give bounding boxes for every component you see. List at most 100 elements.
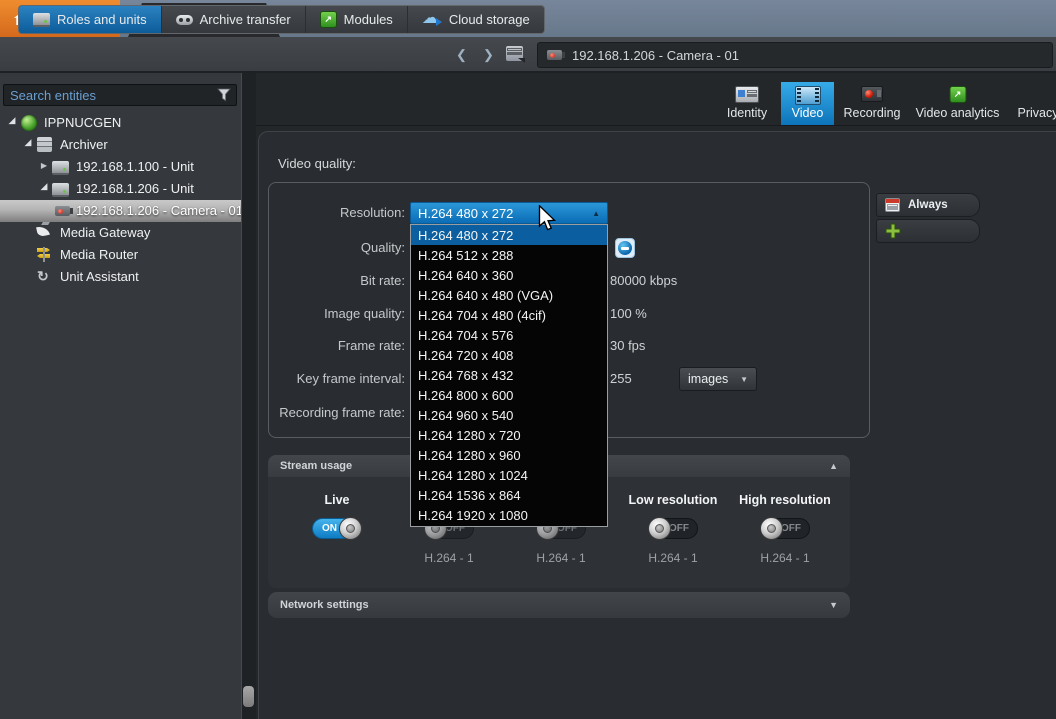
search-input[interactable] (4, 88, 217, 103)
unit-box-icon (33, 13, 50, 27)
forward-button[interactable]: ❯ (483, 45, 494, 65)
refresh-arrows-icon: ↻ (37, 268, 49, 284)
dropdown-option[interactable]: H.264 640 x 480 (VGA) (411, 285, 607, 305)
entity-address-bar[interactable]: 192.168.1.206 - Camera - 01 (537, 42, 1053, 68)
toggle-state-text: OFF (669, 523, 689, 534)
dropdown-option[interactable]: H.264 960 x 540 (411, 406, 607, 426)
resolution-dropdown-list: H.264 480 x 272 H.264 512 x 288 H.264 64… (410, 224, 608, 527)
camera-icon (55, 206, 70, 216)
tree-item-label: 192.168.1.206 - Camera - 01 (76, 203, 243, 218)
tree-item-label: Unit Assistant (60, 269, 139, 284)
expander-collapsed-icon[interactable]: ▶ (38, 161, 50, 170)
stream-codec-label: H.264 - 1 (501, 551, 621, 565)
toolbar-button-modules[interactable]: ↗ Modules (305, 6, 407, 33)
dropdown-option[interactable]: H.264 1280 x 720 (411, 426, 607, 446)
toggle-knob[interactable] (760, 517, 783, 540)
toolbar-button-cloud-storage[interactable]: Cloud storage (407, 6, 544, 33)
tree-item-unit-100[interactable]: ▶ 192.168.1.100 - Unit (0, 156, 241, 178)
schedule-always-button[interactable]: Always (876, 193, 980, 217)
network-settings-header[interactable]: Network settings ▼ (268, 592, 850, 618)
tree-item-archiver[interactable]: ◢ Archiver (0, 134, 241, 156)
toggle-live[interactable]: ON (312, 518, 362, 539)
dropdown-option[interactable]: H.264 1536 x 864 (411, 486, 607, 506)
tree-item-label: 192.168.1.100 - Unit (76, 159, 194, 174)
dropdown-option[interactable]: H.264 1280 x 1024 (411, 466, 607, 486)
tab-label: Identity (715, 106, 779, 120)
task-button-group: Roles and units Archive transfer ↗ Modul… (18, 5, 545, 34)
toolbar-button-roles-and-units[interactable]: Roles and units (19, 6, 161, 33)
sidebar-scrollbar-track[interactable] (241, 73, 256, 719)
toggle-high-resolution[interactable]: OFF (760, 518, 810, 539)
tree-item-label: Archiver (60, 137, 108, 152)
bit-rate-label: Bit rate: (235, 273, 405, 289)
search-box (3, 84, 237, 106)
tape-icon (176, 15, 193, 25)
back-button[interactable]: ❮ (456, 45, 467, 65)
tree-item-media-gateway[interactable]: Media Gateway (0, 222, 241, 244)
tree-item-label: Media Router (60, 247, 138, 262)
toggle-low-resolution[interactable]: OFF (648, 518, 698, 539)
tab-label: Recording (836, 106, 908, 120)
resolution-label: Resolution: (235, 205, 405, 221)
dropdown-option[interactable]: H.264 704 x 576 (411, 325, 607, 345)
archiver-database-icon (37, 137, 52, 152)
chevron-up-icon: ▲ (592, 209, 607, 218)
tree-item-unit-assistant[interactable]: ↻ Unit Assistant (0, 266, 241, 288)
dropdown-option[interactable]: H.264 512 x 288 (411, 245, 607, 265)
plus-icon (885, 223, 901, 239)
stream-col-highres-label: High resolution (725, 493, 845, 507)
quality-label: Quality: (235, 240, 405, 256)
tree-item-media-router[interactable]: Media Router (0, 244, 241, 266)
dropdown-option[interactable]: H.264 704 x 480 (4cif) (411, 305, 607, 325)
tree-item-camera-selected[interactable]: 192.168.1.206 - Camera - 01 (0, 200, 241, 222)
unit-box-icon (52, 161, 69, 175)
toggle-state-text: OFF (781, 523, 801, 534)
filter-funnel-icon[interactable] (217, 88, 231, 102)
image-quality-label: Image quality: (235, 306, 405, 322)
schedule-button-label: Always (908, 199, 948, 211)
history-icon[interactable] (506, 46, 523, 61)
tab-recording[interactable]: Recording (836, 82, 908, 125)
tab-identity[interactable]: Identity (715, 82, 779, 125)
expander-expanded-icon[interactable]: ◢ (38, 181, 50, 192)
tab-label: Video analytics (908, 106, 1007, 120)
dropdown-option[interactable]: H.264 480 x 272 (411, 225, 607, 245)
dropdown-option[interactable]: H.264 768 x 432 (411, 365, 607, 385)
key-frame-interval-value: 255 (610, 371, 632, 387)
tree-item-system[interactable]: ◢ IPPNUCGEN (0, 112, 241, 134)
dropdown-option[interactable]: H.264 1920 x 1080 (411, 506, 607, 526)
dropdown-option[interactable]: H.264 1280 x 960 (411, 446, 607, 466)
toolbar-button-label: Cloud storage (449, 12, 530, 27)
collapse-arrow-icon[interactable]: ▲ (829, 461, 838, 471)
toggle-knob[interactable] (648, 517, 671, 540)
tab-privacy[interactable]: Privacy (1007, 82, 1056, 125)
expander-expanded-icon[interactable]: ◢ (22, 137, 34, 148)
expand-arrow-icon[interactable]: ▼ (829, 600, 838, 610)
sidebar-scrollbar-thumb[interactable] (243, 686, 254, 707)
tree-item-label: 192.168.1.206 - Unit (76, 181, 194, 196)
dropdown-option[interactable]: H.264 720 x 408 (411, 345, 607, 365)
stream-codec-label: H.264 - 1 (613, 551, 733, 565)
toggle-knob[interactable] (339, 517, 362, 540)
tab-video-analytics[interactable]: ↗ Video analytics (908, 82, 1007, 125)
expander-expanded-icon[interactable]: ◢ (6, 115, 18, 126)
tab-label: Privacy (1007, 106, 1056, 120)
chevron-down-icon: ▼ (740, 375, 748, 384)
system-globe-icon (21, 115, 37, 131)
quality-auto-lock-icon[interactable] (615, 238, 635, 258)
toolbar-button-archive-transfer[interactable]: Archive transfer (161, 6, 305, 33)
tree-item-unit-206[interactable]: ◢ 192.168.1.206 - Unit (0, 178, 241, 200)
dropdown-option[interactable]: H.264 640 x 360 (411, 265, 607, 285)
config-tool-window: Config Tool Video ✕ Roles and units Arch… (0, 0, 1056, 719)
identity-card-icon (735, 86, 759, 103)
tab-video[interactable]: Video (781, 82, 834, 125)
resolution-combobox[interactable]: H.264 480 x 272 ▲ (410, 202, 608, 224)
add-schedule-button[interactable] (876, 219, 980, 243)
frame-rate-label: Frame rate: (235, 338, 405, 354)
stream-codec-label: H.264 - 1 (389, 551, 509, 565)
tabstrip-divider (256, 125, 1056, 126)
key-frame-unit-dropdown[interactable]: images ▼ (679, 367, 757, 391)
dropdown-option[interactable]: H.264 800 x 600 (411, 386, 607, 406)
stream-col-live-label: Live (277, 493, 397, 507)
tree-item-label: Media Gateway (60, 225, 150, 240)
